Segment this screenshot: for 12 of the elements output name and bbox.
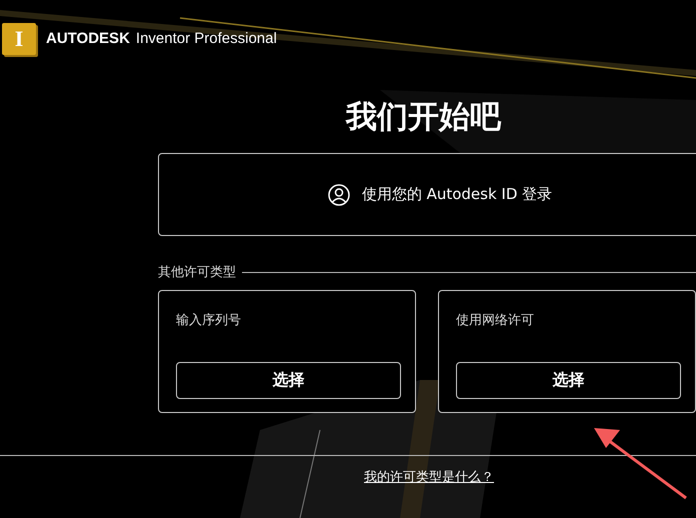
user-icon: [328, 184, 350, 206]
select-button[interactable]: 选择: [176, 362, 401, 399]
license-label: 输入序列号: [176, 312, 241, 329]
logo-icon: I: [2, 22, 36, 54]
product-name: Inventor Professional: [136, 30, 277, 47]
select-button[interactable]: 选择: [456, 362, 681, 399]
help-link[interactable]: 我的许可类型是什么？: [364, 468, 494, 486]
section-label: 其他许可类型: [158, 264, 236, 281]
brand-name: AUTODESK: [46, 30, 130, 47]
sign-in-button[interactable]: 使用您的 Autodesk ID 登录: [158, 153, 696, 236]
license-label: 使用网络许可: [456, 312, 534, 329]
page-title: 我们开始吧: [344, 98, 501, 137]
